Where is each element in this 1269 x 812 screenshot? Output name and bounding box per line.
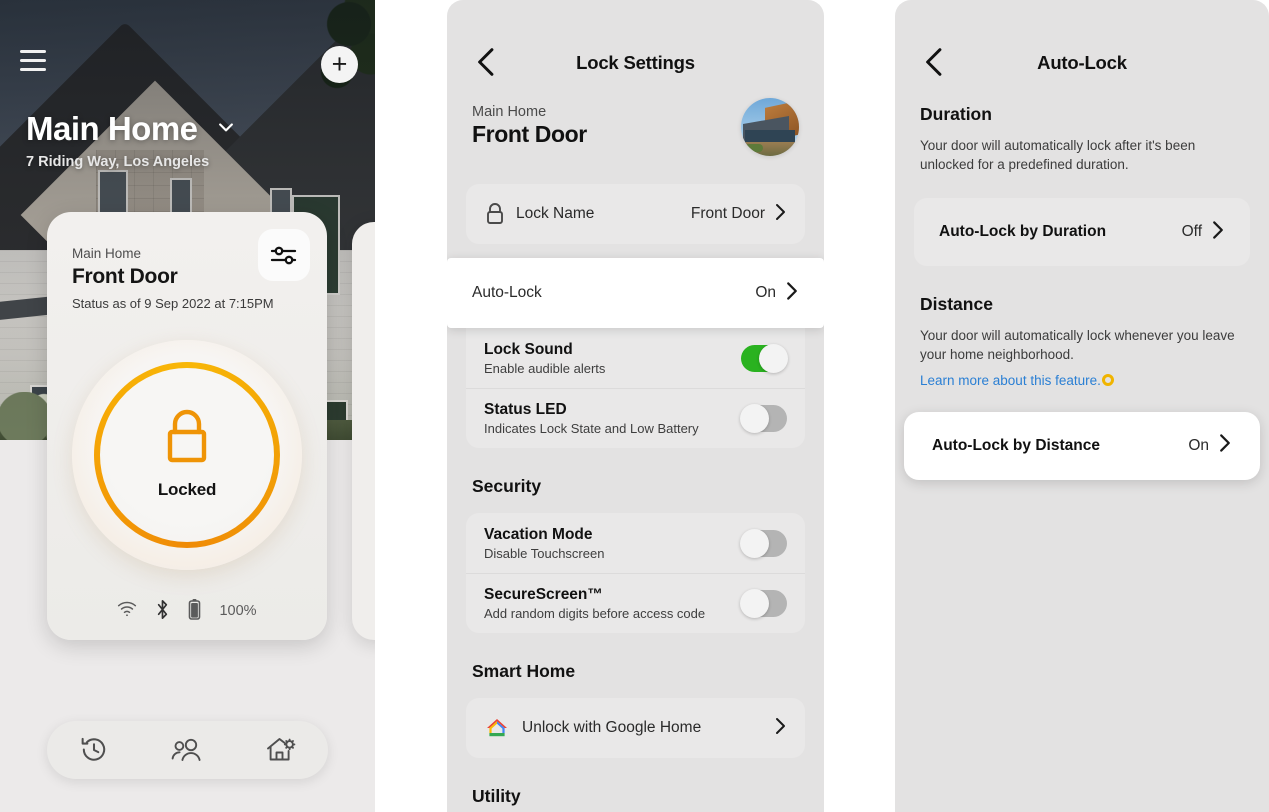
lock-toggles-card: Lock Sound Enable audible alerts Status … [466,328,805,448]
row-value: Off [1181,223,1202,241]
plus-icon[interactable]: + [321,46,358,83]
google-home-icon [484,715,510,741]
learn-more-text: Learn more about this feature. [920,372,1101,388]
wifi-icon [117,601,137,621]
distance-description: Your door will automatically lock whenev… [920,328,1235,362]
page-title: Main Home [26,110,198,147]
chevron-right-icon [1211,219,1225,246]
card-status-line: Status as of 9 Sep 2022 at 7:15PM [72,296,274,311]
lock-status-dial[interactable]: Locked [72,340,302,570]
people-icon[interactable] [159,728,215,772]
row-google-home[interactable]: Unlock with Google Home [466,698,805,758]
hamburger-menu-icon[interactable] [20,50,46,72]
row-label: SecureScreen™ [484,586,603,603]
row-auto-lock-by-duration[interactable]: Auto-Lock by Duration Off [914,198,1250,266]
row-auto-lock-by-distance[interactable]: Auto-Lock by Distance On [904,412,1260,480]
card-status-icons: 100% [47,598,327,624]
home-screen-panel: + Main Home 7 Riding Way, Los Angeles Ma… [0,0,375,812]
card-device-name: Front Door [72,265,178,288]
row-sublabel: Add random digits before access code [484,606,706,621]
section-title-smart-home: Smart Home [472,661,576,681]
section-title-distance: Distance [920,294,993,315]
row-lock-name[interactable]: Lock Name Front Door [466,184,805,244]
auto-lock-panel: Auto-Lock Duration Your door will automa… [895,0,1269,812]
row-label: Vacation Mode [484,525,593,543]
toggle-vacation-mode[interactable] [740,528,787,558]
sliders-icon[interactable] [258,229,310,281]
history-clock-icon[interactable] [66,728,122,772]
row-label: Lock Name [516,205,595,222]
toggle-status-led[interactable] [740,404,787,433]
section-title-duration: Duration [920,104,992,124]
bluetooth-icon [155,599,170,624]
next-device-card-peek[interactable] [352,222,375,640]
distance-card-highlighted: Auto-Lock by Distance On [904,411,1260,480]
row-label: Auto-Lock by Distance [932,436,1100,454]
row-label: Lock Sound [484,340,573,358]
padlock-locked-icon [159,406,215,475]
auto-lock-title: Auto-Lock [1037,52,1127,73]
card-home-name: Main Home [72,246,142,261]
lock-state-label: Locked [157,480,217,499]
section-title-utility: Utility [472,786,521,806]
smart-home-card: Unlock with Google Home [466,698,805,758]
duration-card: Auto-Lock by Duration Off [914,198,1250,267]
auto-lock-navbar: Auto-Lock [895,0,1269,104]
row-sublabel: Disable Touchscreen [484,545,605,561]
row-label: Status LED [484,401,567,418]
screenshot-root: + Main Home 7 Riding Way, Los Angeles Ma… [0,0,1269,812]
row-status-led[interactable]: Status LED Indicates Lock State and Low … [466,388,805,448]
section-title-security: Security [472,476,542,496]
learn-more-link[interactable]: Learn more about this feature. [895,373,1269,388]
toggle-lock-sound[interactable] [741,343,788,373]
row-lock-sound[interactable]: Lock Sound Enable audible alerts [466,328,805,388]
home-title-block: Main Home 7 Riding Way, Los Angeles [26,110,356,170]
bottom-nav-bar [47,721,328,779]
security-card: Vacation Mode Disable Touchscreen Secure… [466,513,805,633]
chevron-right-icon [1218,432,1232,459]
padlock-icon [484,202,516,226]
chevron-down-icon[interactable] [216,117,236,137]
lock-device-card: Main Home Front Door Status as of 9 Sep … [47,212,327,640]
row-label: Unlock with Google Home [522,719,702,736]
row-value: On [755,284,776,301]
row-vacation-mode[interactable]: Vacation Mode Disable Touchscreen [466,513,805,573]
chevron-right-icon [774,202,787,227]
chevron-right-icon [785,280,799,307]
row-auto-lock-highlighted[interactable]: Auto-Lock On [447,258,824,328]
row-value: Front Door [690,205,765,222]
lock-name-card: Lock Name Front Door [466,184,805,244]
chevron-right-icon [774,716,787,741]
home-gear-icon[interactable] [253,728,309,772]
row-value: On [1188,436,1209,454]
battery-level: 100% [219,603,257,619]
lock-settings-title: Lock Settings [576,52,695,73]
home-photo-avatar[interactable] [741,98,799,156]
lock-settings-navbar: Lock Settings [447,0,824,104]
duration-description: Your door will automatically lock after … [920,138,1196,172]
row-sublabel: Enable audible alerts [484,360,606,376]
row-label: Auto-Lock [472,284,542,301]
row-secure-screen[interactable]: SecureScreen™ Add random digits before a… [466,573,805,633]
device-header: Main Home Front Door [447,98,824,184]
battery-icon [188,598,201,624]
row-sublabel: Indicates Lock State and Low Battery [484,421,699,436]
info-ring-icon [1101,373,1114,386]
lock-settings-panel: Lock Settings Main Home Front Door Lock … [447,0,824,812]
row-label: Auto-Lock by Duration [939,223,1107,241]
home-address: 7 Riding Way, Los Angeles [26,154,210,170]
toggle-secure-screen[interactable] [740,589,787,618]
